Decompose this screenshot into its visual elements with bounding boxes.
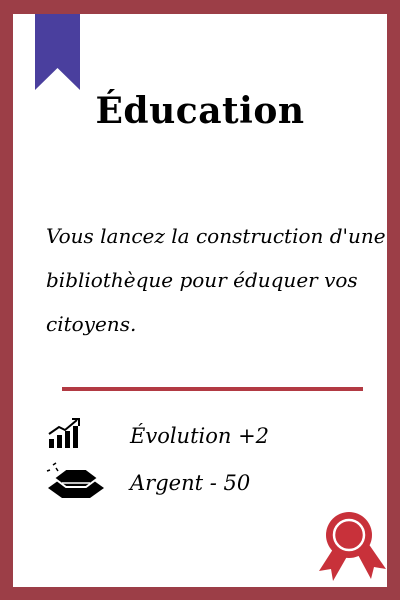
gold-bars-icon [46, 462, 104, 498]
event-card[interactable]: Éducation Vous lancez la construction d'… [13, 14, 387, 587]
effect-money: Argent - 50 [130, 471, 251, 495]
card-title: Éducation [95, 90, 305, 132]
divider [62, 387, 363, 391]
growth-chart-icon [48, 418, 80, 448]
effect-evolution: Évolution +2 [130, 424, 270, 448]
seal-ribbon-icon [319, 512, 386, 581]
bookmark-ribbon-icon [35, 14, 80, 90]
card-description: Vous lancez la construction d'une biblio… [46, 224, 386, 336]
